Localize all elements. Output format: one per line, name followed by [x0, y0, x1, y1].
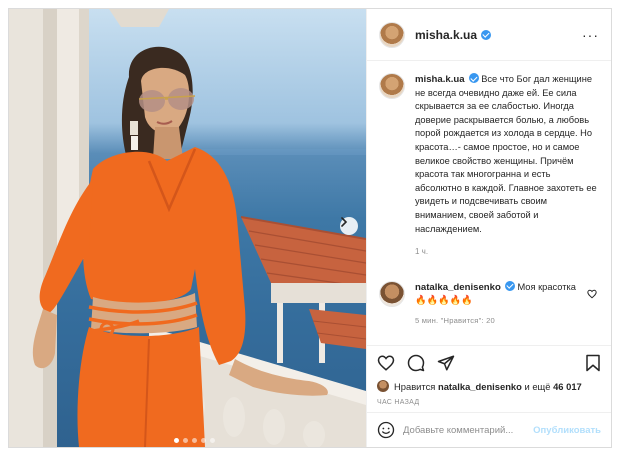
caption-text: Все что Бог дал женщине не всегда очевид… — [415, 74, 597, 234]
post-caption: misha.k.ua Все что Бог дал женщине не вс… — [367, 61, 611, 259]
author-username[interactable]: misha.k.ua — [415, 28, 492, 42]
photo-illustration — [9, 9, 366, 447]
verified-badge-icon — [504, 280, 515, 291]
carousel-dot — [174, 438, 179, 443]
comment-body: natalka_denisenko Моя красотка 🔥🔥🔥🔥🔥 5 м… — [415, 280, 585, 328]
liker-avatar[interactable] — [377, 380, 389, 392]
post-header: misha.k.ua ··· — [367, 9, 611, 61]
likes-summary: Нравится natalka_denisenko и ещё 46 017 — [377, 380, 601, 392]
instagram-post: misha.k.ua ··· misha.k.ua Все что Бог да… — [8, 8, 612, 448]
post-side-panel: misha.k.ua ··· misha.k.ua Все что Бог да… — [366, 9, 611, 447]
likes-mid: и ещё — [524, 380, 551, 392]
carousel-dot — [183, 438, 188, 443]
action-icons-row — [377, 352, 601, 374]
more-options-icon[interactable]: ··· — [582, 27, 599, 43]
caption-username[interactable]: misha.k.ua — [415, 74, 465, 85]
caption-author-avatar[interactable] — [379, 73, 405, 99]
emoji-icon[interactable] — [377, 421, 395, 439]
verified-badge-icon — [481, 29, 492, 40]
carousel-dot — [192, 438, 197, 443]
caption-body: misha.k.ua Все что Бог дал женщине не вс… — [415, 73, 599, 259]
post-timestamp: ЧАС НАЗАД — [377, 399, 420, 406]
carousel-dot — [201, 438, 206, 443]
comment-composer: Опубликовать — [367, 412, 611, 447]
heart-icon[interactable] — [377, 354, 395, 372]
comment-meta: 5 мин. "Нравится": 20 — [415, 315, 495, 325]
comment-input[interactable] — [403, 424, 533, 436]
share-icon[interactable] — [437, 354, 455, 372]
carousel-indicator — [174, 438, 215, 443]
post-photo[interactable] — [9, 9, 366, 447]
commenter-avatar[interactable] — [379, 280, 405, 307]
comment-item: natalka_denisenko Моя красотка 🔥🔥🔥🔥🔥 5 м… — [367, 280, 611, 328]
likes-count[interactable]: 46 017 — [553, 381, 582, 392]
comment-like-icon[interactable] — [587, 289, 597, 299]
caption-time: 1 ч. — [415, 247, 429, 257]
likes-prefix: Нравится — [394, 380, 436, 392]
publish-button[interactable]: Опубликовать — [533, 425, 601, 436]
commenter-username[interactable]: natalka_denisenko — [415, 282, 501, 293]
carousel-dot — [210, 438, 215, 443]
chevron-right-icon — [341, 217, 348, 227]
bookmark-icon[interactable] — [585, 354, 601, 372]
author-avatar[interactable] — [379, 21, 405, 48]
comment-icon[interactable] — [407, 354, 425, 372]
post-actions: Нравится natalka_denisenko и ещё 46 017 … — [367, 345, 611, 406]
carousel-next-button[interactable] — [340, 217, 358, 235]
verified-badge-icon — [468, 73, 479, 83]
likes-user[interactable]: natalka_denisenko — [438, 381, 522, 392]
